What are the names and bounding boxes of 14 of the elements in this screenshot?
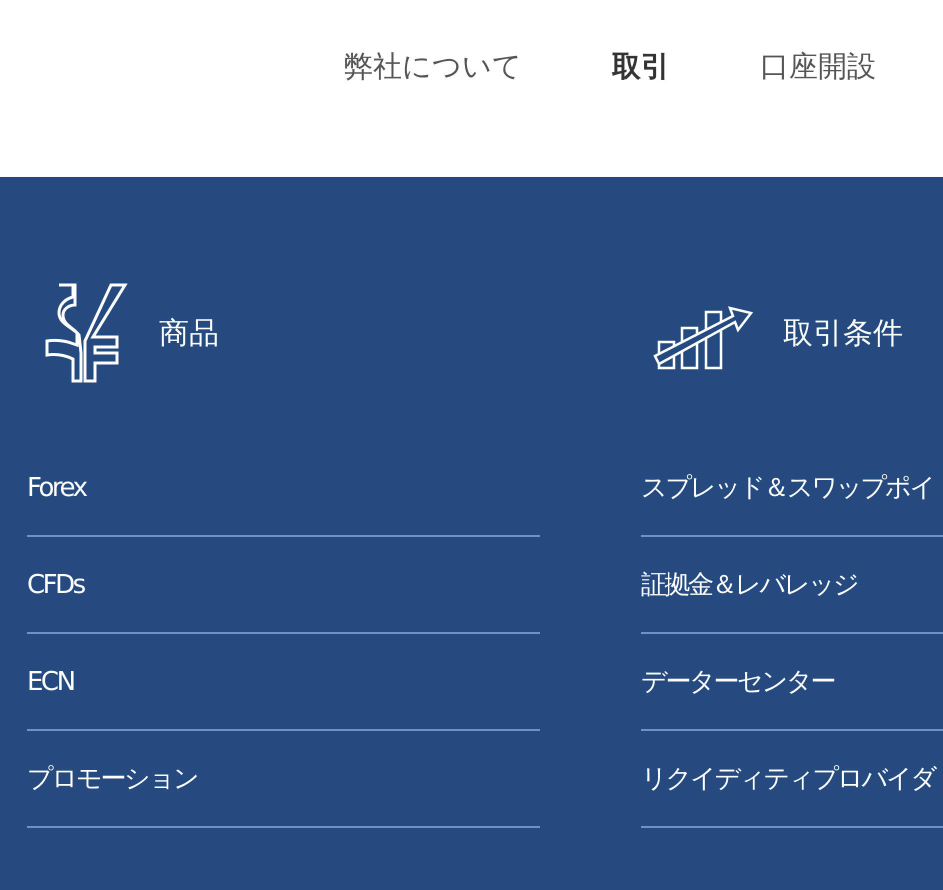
menu-link[interactable]: ECN — [27, 634, 540, 731]
menu-link[interactable]: CFDs — [27, 537, 540, 634]
menu-link[interactable]: Forex — [27, 440, 540, 537]
category-title: 商品 — [159, 314, 219, 352]
category-title: 取引条件 — [783, 314, 903, 352]
menu-link[interactable]: スプレッド＆スワップポイ — [641, 440, 943, 537]
menu-link[interactable]: プロモーション — [27, 731, 540, 828]
nav-link[interactable]: 弊社について — [344, 44, 522, 88]
menu-link[interactable]: リクイディティプロバイダ — [641, 731, 943, 828]
menu-link[interactable]: 証拠金＆レバレッジ — [641, 537, 943, 634]
dollar-yen-icon — [45, 283, 129, 383]
nav-link[interactable]: 取引 — [612, 44, 670, 88]
menu-link[interactable]: データーセンター — [641, 634, 943, 731]
nav-link[interactable]: 口座開設 — [760, 44, 876, 88]
